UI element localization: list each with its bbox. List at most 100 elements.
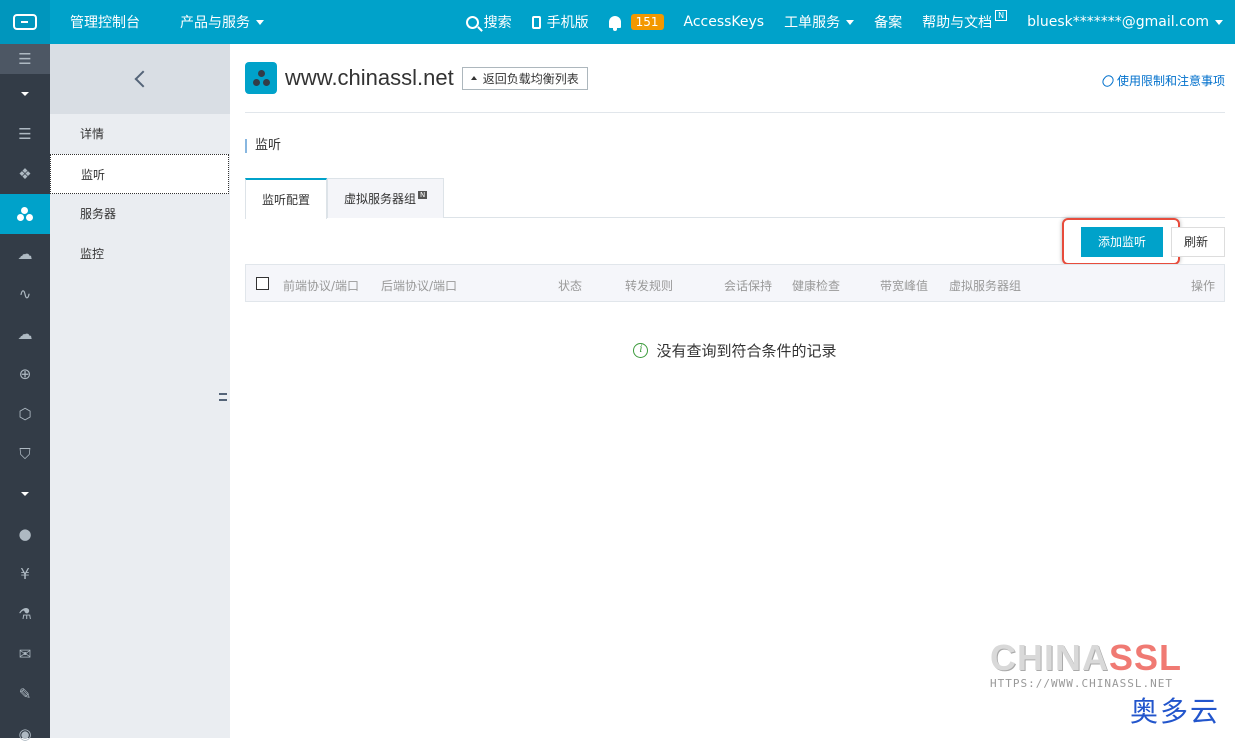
select-all-checkbox[interactable] [256, 277, 269, 290]
pencil-icon: ✎ [18, 684, 32, 703]
subnav-item-monitoring[interactable]: 监控 [50, 234, 230, 274]
database-icon: ❖ [18, 164, 32, 183]
main-content: www.chinassl.net 返回负载均衡列表 使用限制和注意事项 监听 监… [245, 44, 1225, 738]
product-icon-sidebar: ☰ ☰ ❖ ☁ ∿ ☁ ⊕ ⬡ ⛉ ● ¥ ⚗ ✉ ✎ ◉ [0, 44, 50, 741]
chevron-down-icon [256, 19, 264, 25]
shield-check-icon: ⛉ [19, 444, 31, 463]
paperclip-icon [1100, 72, 1116, 89]
sidebar-item-slb[interactable] [0, 194, 50, 234]
accesskeys-link[interactable]: AccessKeys [684, 14, 765, 30]
sidebar-item-flask[interactable]: ⚗ [0, 594, 50, 634]
empty-state: i 没有查询到符合条件的记录 [245, 340, 1225, 361]
phone-icon [531, 15, 541, 29]
listener-toolbar: 添加监听 刷新 [245, 218, 1225, 265]
sidebar-item-cdn[interactable]: ∿ [0, 274, 50, 314]
flask-icon: ⚗ [18, 604, 32, 623]
subnav-item-servers[interactable]: 服务器 [50, 194, 230, 234]
column-backend-port[interactable]: 后端协议/端口 [381, 277, 457, 294]
new-badge: N [418, 191, 428, 199]
notification-count-badge: 151 [630, 14, 664, 30]
sidebar-item-monitor[interactable]: ⛉ [0, 434, 50, 474]
shield-icon: ⬡ [18, 404, 32, 423]
arrow-up-icon [470, 76, 477, 80]
mail-icon: ✉ [18, 644, 32, 663]
top-bar: 管理控制台 产品与服务 搜索 手机版 151 AccessKeys 工单服务 备… [0, 0, 1235, 44]
sidebar-collapse-group-2[interactable] [0, 474, 50, 514]
console-logo-icon [13, 14, 37, 30]
caret-down-icon [21, 92, 29, 96]
tab-vserver-group[interactable]: 虚拟服务器组 N [327, 178, 445, 218]
sidebar-item-domain[interactable]: ⊕ [0, 354, 50, 394]
chinassl-logo: CHINASSL [990, 637, 1183, 678]
column-frontend-port[interactable]: 前端协议/端口 [283, 277, 359, 294]
section-title: 监听 [245, 139, 1225, 153]
usage-limits-link[interactable]: 使用限制和注意事项 [1100, 72, 1225, 89]
chevron-down-icon [1215, 19, 1223, 25]
column-vserver-group[interactable]: 虚拟服务器组 [949, 277, 1021, 294]
watermark-brand: 奥多云 [1129, 695, 1220, 728]
sidebar-item-edit[interactable]: ✎ [0, 674, 50, 714]
column-bandwidth-peak[interactable]: 带宽峰值 [880, 277, 928, 294]
globe-icon: ⊕ [18, 364, 32, 383]
search-button[interactable]: 搜索 [465, 12, 512, 32]
chat-icon: ◉ [18, 724, 32, 743]
account-menu[interactable]: bluesk*******@gmail.com [1027, 14, 1223, 30]
load-balancer-icon [245, 62, 277, 94]
server-stack-icon: ☰ [18, 124, 32, 143]
back-button[interactable] [50, 44, 230, 114]
sidebar-item-security[interactable]: ⬡ [0, 394, 50, 434]
cloud-upload-icon: ☁ [17, 244, 33, 263]
tab-bar: 监听配置 虚拟服务器组 N [245, 178, 1225, 219]
subnav-item-listeners[interactable]: 监听 [50, 154, 229, 194]
column-session-persistence[interactable]: 会话保持 [724, 277, 772, 294]
products-menu[interactable]: 产品与服务 [180, 12, 264, 32]
add-listener-button[interactable]: 添加监听 [1081, 227, 1163, 257]
empty-message: 没有查询到符合条件的记录 [656, 342, 837, 360]
subnav-item-details[interactable]: 详情 [50, 114, 230, 154]
column-status[interactable]: 状态 [558, 277, 582, 294]
page-title: www.chinassl.net [285, 65, 454, 90]
search-icon [465, 15, 479, 29]
back-to-list-button[interactable]: 返回负载均衡列表 [461, 66, 588, 90]
sidebar-item-oss[interactable]: ☁ [0, 234, 50, 274]
sidebar-item-more[interactable]: ◉ [0, 714, 50, 754]
sidebar-item-rds[interactable]: ❖ [0, 154, 50, 194]
filing-link[interactable]: 备案 [874, 12, 902, 32]
caret-down-icon [21, 492, 29, 496]
console-link[interactable]: 管理控制台 [70, 12, 140, 32]
aliyun-logo[interactable] [0, 0, 50, 44]
collapse-icon [219, 393, 227, 401]
sidebar-item-billing[interactable]: ¥ [0, 554, 50, 594]
column-forward-rules[interactable]: 转发规则 [625, 277, 673, 294]
watermark-url: HTTPS://WWW.CHINASSL.NET [990, 677, 1173, 690]
subnav-collapse-handle[interactable] [216, 375, 230, 419]
table-header: 前端协议/端口 后端协议/端口 状态 转发规则 会话保持 健康检查 带宽峰值 虚… [245, 264, 1225, 302]
info-icon: i [633, 343, 649, 358]
watermark: CHINASSL HTTPS://WWW.CHINASSL.NET 奥多云 [990, 640, 1230, 738]
load-balancer-icon [17, 207, 33, 221]
column-health-check[interactable]: 健康检查 [792, 277, 840, 294]
new-badge: N [995, 9, 1008, 21]
help-docs-link[interactable]: 帮助与文档 N [922, 9, 1008, 32]
cloud-icon: ☁ [17, 324, 33, 343]
tab-listener-config[interactable]: 监听配置 [245, 178, 328, 219]
mobile-link[interactable]: 手机版 [531, 12, 589, 32]
tickets-menu[interactable]: 工单服务 [784, 12, 855, 32]
yen-icon: ¥ [20, 564, 30, 583]
column-actions: 操作 [1191, 279, 1216, 293]
notifications-button[interactable]: 151 [608, 14, 664, 31]
wave-icon: ∿ [18, 284, 32, 303]
bell-icon [608, 16, 621, 31]
sidebar-item-ecs[interactable]: ☰ [0, 114, 50, 154]
menu-icon: ☰ [18, 49, 32, 68]
user-icon: ● [18, 524, 32, 543]
instance-subnav: 详情 监听 服务器 监控 [50, 44, 230, 738]
sidebar-item-account[interactable]: ● [0, 514, 50, 554]
sidebar-toggle-button[interactable]: ☰ [0, 44, 50, 74]
sidebar-item-mail[interactable]: ✉ [0, 634, 50, 674]
chevron-left-icon [134, 70, 152, 88]
chevron-down-icon [846, 19, 855, 25]
sidebar-item-cloud[interactable]: ☁ [0, 314, 50, 354]
sidebar-collapse-group[interactable] [0, 74, 50, 114]
refresh-button[interactable]: 刷新 [1171, 227, 1225, 257]
